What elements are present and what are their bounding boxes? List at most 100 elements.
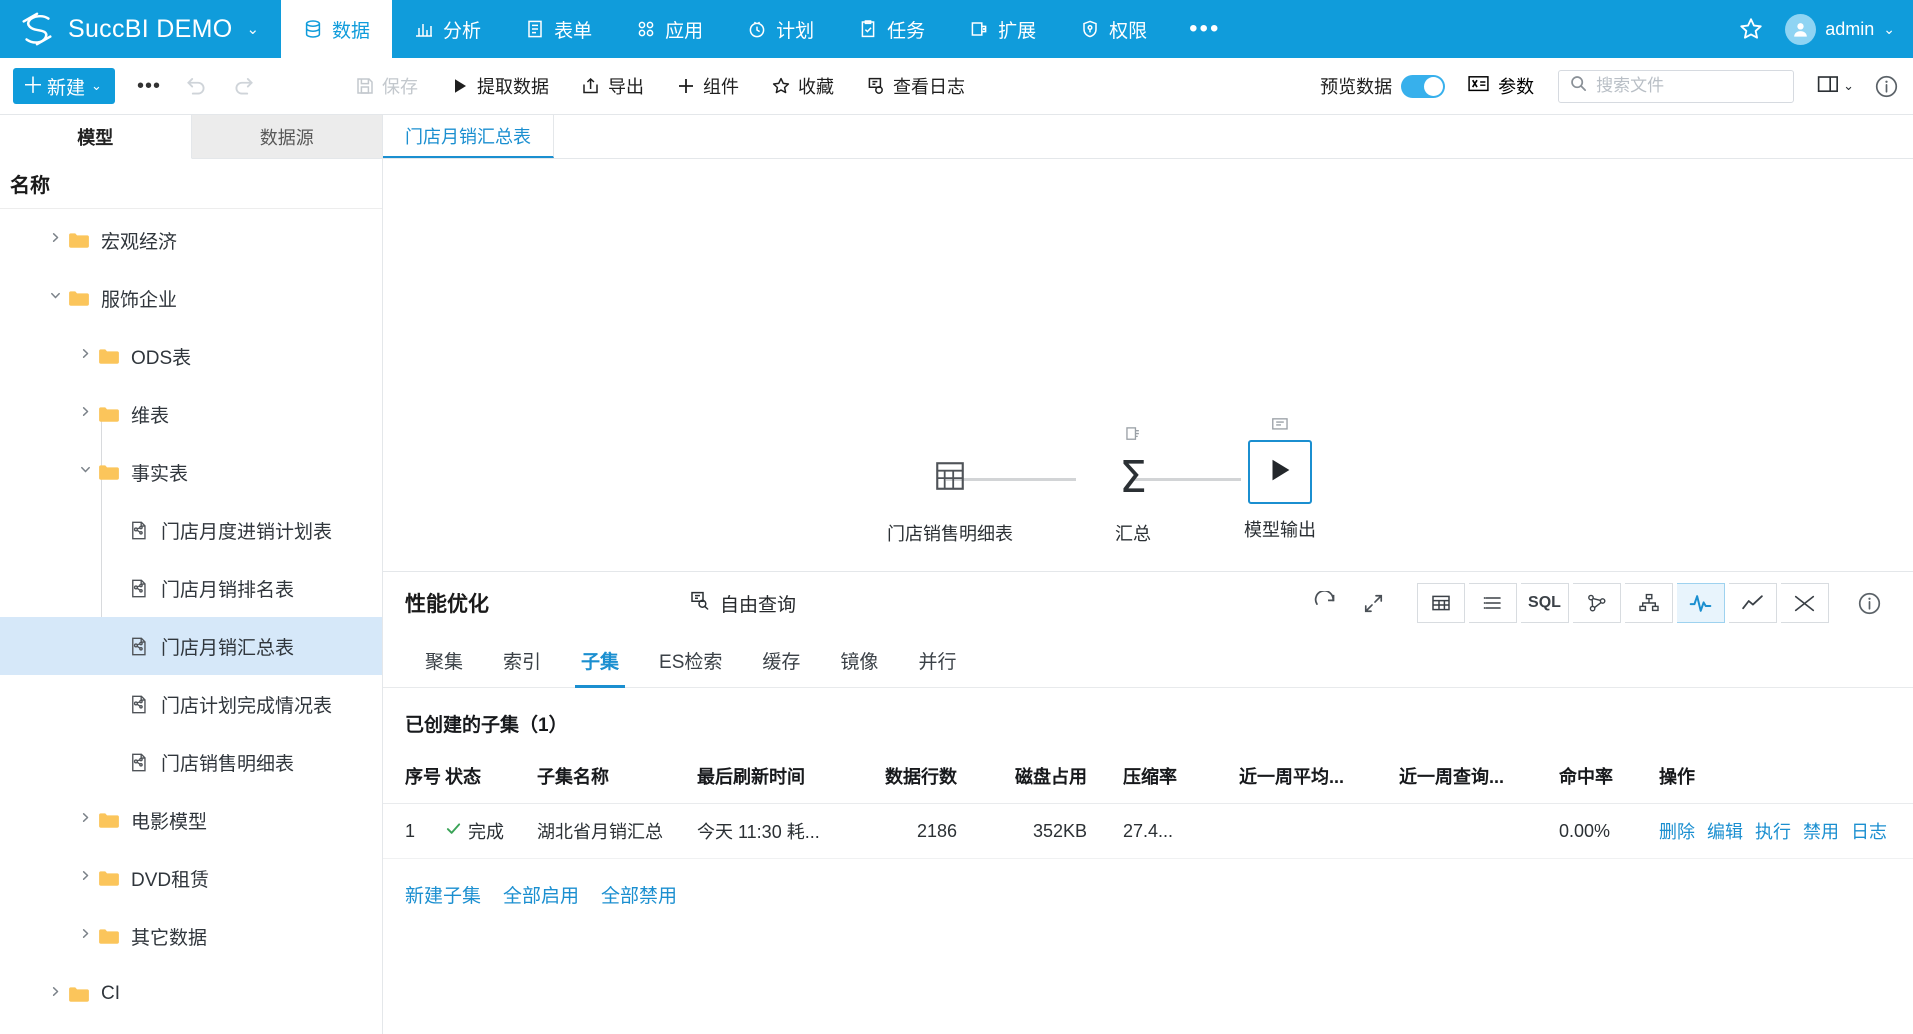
footer-action-link[interactable]: 全部禁用 [601, 881, 677, 908]
expand-icon[interactable] [1351, 583, 1395, 623]
chevron-right-icon[interactable] [44, 985, 66, 1003]
sql-view-icon[interactable]: SQL [1521, 583, 1569, 623]
save-button[interactable]: 保存 [339, 66, 434, 106]
export-button[interactable]: 导出 [565, 66, 660, 106]
tree-item[interactable]: ODS表 [0, 327, 382, 385]
tree-item[interactable]: 门店月销汇总表 [0, 617, 382, 675]
panel-tab[interactable]: 缓存 [742, 634, 820, 688]
nav-item-form[interactable]: 表单 [503, 0, 614, 58]
brand-area[interactable]: SuccBI DEMO ⌄ [0, 0, 281, 58]
info-circle-icon[interactable] [1847, 583, 1891, 623]
nav-more-button[interactable]: ••• [1169, 0, 1240, 58]
chevron-right-icon[interactable] [44, 231, 66, 249]
preview-data-switch[interactable] [1401, 74, 1446, 98]
panel-layout-button[interactable]: ⌄ [1816, 73, 1854, 100]
flow-node-aggregate[interactable]: Σ 汇总 [1103, 427, 1163, 546]
toolbar-right-area: 预览数据 参数 搜索文件 ⌄ [1320, 69, 1913, 103]
tree-item[interactable]: 维表 [0, 385, 382, 443]
panel-tab[interactable]: 并行 [898, 634, 976, 688]
chevron-right-icon[interactable] [74, 405, 96, 423]
favorite-button[interactable]: 收藏 [755, 66, 850, 106]
flow-node-output[interactable]: 模型输出 [1244, 418, 1316, 542]
nav-item-apps[interactable]: 应用 [614, 0, 725, 58]
row-action-link[interactable]: 删除 [1659, 822, 1695, 842]
list-view-icon[interactable] [1469, 583, 1517, 623]
favorite-star-icon[interactable] [1731, 9, 1771, 49]
performance-icon[interactable] [1677, 583, 1725, 623]
view-log-button[interactable]: 查看日志 [850, 66, 981, 106]
tree-item[interactable]: 门店销售明细表 [0, 733, 382, 791]
extract-data-button[interactable]: 提取数据 [434, 66, 565, 106]
panel-tab[interactable]: 子集 [561, 634, 639, 688]
panel-tab[interactable]: 索引 [483, 634, 561, 688]
tree-item[interactable]: 门店计划完成情况表 [0, 675, 382, 733]
nav-item-analysis[interactable]: 分析 [392, 0, 503, 58]
chevron-down-icon[interactable] [44, 289, 66, 307]
row-action-link[interactable]: 禁用 [1803, 822, 1839, 842]
sidebar-tab-datasource[interactable]: 数据源 [191, 115, 382, 159]
nav-item-tasks[interactable]: 任务 [836, 0, 947, 58]
chevron-down-icon[interactable] [74, 463, 96, 481]
lineage-icon[interactable] [1573, 583, 1621, 623]
table-row[interactable]: 1 完成 湖北省月销汇总 今天 11:30 耗... 2186 352KB 27… [383, 803, 1913, 859]
search-input[interactable] [1596, 76, 1784, 96]
sidebar-tab-model[interactable]: 模型 [0, 115, 192, 159]
tree-item[interactable]: CI [0, 965, 382, 1023]
table-grid-icon [933, 459, 967, 498]
tree-item[interactable]: 电影模型 [0, 791, 382, 849]
flow-node-source[interactable]: 门店销售明细表 [887, 448, 1013, 546]
toolbar-more-button[interactable]: ••• [137, 75, 161, 98]
undo-icon[interactable] [183, 73, 209, 99]
panel-tabs: 聚集 索引 子集 ES检索 缓存 镜像 并行 [383, 634, 1913, 688]
stats-icon[interactable] [1781, 583, 1829, 623]
nav-item-extensions[interactable]: 扩展 [947, 0, 1058, 58]
row-action-link[interactable]: 日志 [1851, 822, 1887, 842]
tree-item[interactable]: 门店月度进销计划表 [0, 501, 382, 559]
search-file-box[interactable] [1558, 69, 1795, 103]
chevron-right-icon[interactable] [74, 869, 96, 887]
top-navigation-bar: SuccBI DEMO ⌄ 数据 分析 表单 应用 计划 任务 扩展 权限 ••… [0, 0, 1913, 58]
chevron-down-icon[interactable]: ⌄ [1883, 21, 1895, 38]
graph-icon[interactable] [1625, 583, 1673, 623]
tree-item[interactable]: 门店月销排名表 [0, 559, 382, 617]
folder-icon [96, 869, 122, 887]
tree-item[interactable]: 应用模型 [0, 1023, 382, 1034]
chevron-right-icon[interactable] [74, 347, 96, 365]
tree-item[interactable]: 事实表 [0, 443, 382, 501]
redo-icon[interactable] [231, 73, 257, 99]
trend-icon[interactable] [1729, 583, 1777, 623]
panel-tab[interactable]: 聚集 [405, 634, 483, 688]
tree-item-label: 宏观经济 [101, 231, 178, 253]
model-flow-canvas[interactable]: 门店销售明细表 Σ 汇总 模型输出 [383, 159, 1913, 572]
panel-tab[interactable]: 镜像 [820, 634, 898, 688]
nav-item-schedule[interactable]: 计划 [725, 0, 836, 58]
chevron-down-icon[interactable]: ⌄ [246, 20, 259, 38]
preview-data-label: 预览数据 [1320, 77, 1393, 97]
chevron-right-icon[interactable] [74, 811, 96, 829]
chevron-right-icon[interactable] [74, 927, 96, 945]
info-circle-icon[interactable] [1874, 74, 1899, 99]
panel-tab[interactable]: ES检索 [639, 634, 742, 688]
user-menu[interactable]: admin ⌄ [1779, 13, 1895, 45]
tree-item[interactable]: 其它数据 [0, 907, 382, 965]
footer-action-link[interactable]: 新建子集 [405, 881, 481, 908]
tree-item[interactable]: 宏观经济 [0, 211, 382, 269]
parameters-button[interactable]: 参数 [1467, 73, 1534, 99]
col-refresh-time: 最后刷新时间 [697, 755, 865, 804]
tree-item[interactable]: DVD租赁 [0, 849, 382, 907]
free-query-button[interactable]: 自由查询 [689, 590, 796, 617]
refresh-icon[interactable] [1303, 583, 1347, 623]
tree-item-label: 门店计划完成情况表 [161, 695, 333, 717]
nav-item-permissions[interactable]: 权限 [1058, 0, 1169, 58]
row-action-link[interactable]: 执行 [1755, 822, 1791, 842]
document-tab-active[interactable]: 门店月销汇总表 [383, 115, 554, 158]
model-file-icon [126, 752, 152, 773]
nav-item-data[interactable]: 数据 [281, 0, 393, 58]
tree-item[interactable]: 服饰企业 [0, 269, 382, 327]
tree-item-label: CI [101, 983, 120, 1004]
table-view-icon[interactable] [1417, 583, 1465, 623]
row-action-link[interactable]: 编辑 [1707, 822, 1743, 842]
footer-action-link[interactable]: 全部启用 [503, 881, 579, 908]
component-button[interactable]: 组件 [660, 66, 755, 106]
new-button[interactable]: ＋ 新建 ⌄ [13, 68, 115, 104]
